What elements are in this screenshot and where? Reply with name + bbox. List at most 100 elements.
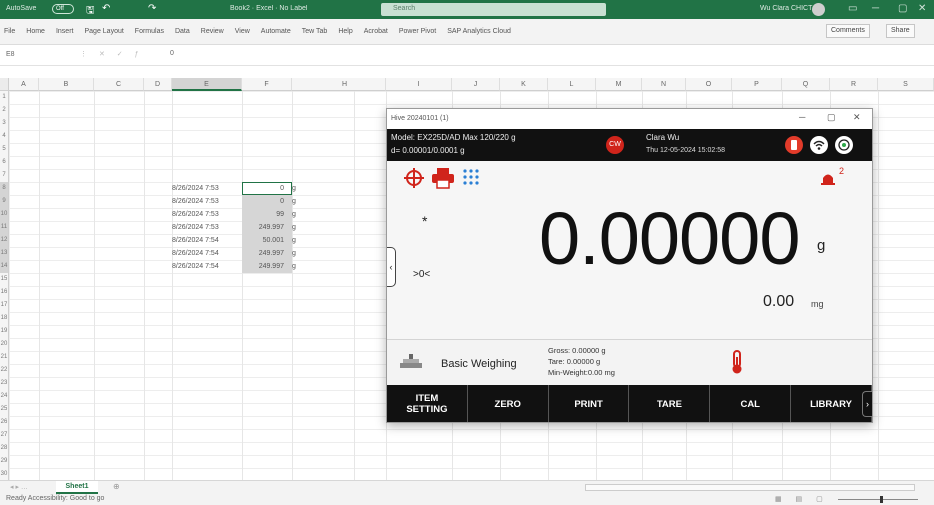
weight-cell[interactable]: 0 bbox=[242, 195, 292, 208]
softkey-library[interactable]: LIBRARY bbox=[791, 385, 872, 422]
avatar[interactable] bbox=[812, 3, 825, 16]
unit-cell[interactable]: g bbox=[292, 260, 304, 273]
column-header-p[interactable]: P bbox=[732, 78, 782, 91]
row-header[interactable]: 29 bbox=[0, 455, 9, 468]
tab-help[interactable]: Help bbox=[338, 28, 352, 35]
comments-button[interactable]: Comments bbox=[826, 24, 870, 38]
date-cell[interactable]: 8/26/2024 7:54 bbox=[172, 234, 242, 247]
column-header-r[interactable]: R bbox=[830, 78, 878, 91]
date-cell[interactable]: 8/26/2024 7:54 bbox=[172, 247, 242, 260]
row-header[interactable]: 19 bbox=[0, 325, 9, 338]
maximize-icon[interactable]: ▢ bbox=[898, 3, 907, 14]
row-header[interactable]: 23 bbox=[0, 377, 9, 390]
share-button[interactable]: Share bbox=[886, 24, 915, 38]
tab-data[interactable]: Data bbox=[175, 28, 190, 35]
horizontal-scrollbar[interactable] bbox=[585, 484, 915, 491]
row-header[interactable]: 15 bbox=[0, 273, 9, 286]
level-icon[interactable] bbox=[835, 136, 853, 154]
weight-cell[interactable]: 50.001 bbox=[242, 234, 292, 247]
thermometer-icon[interactable] bbox=[729, 349, 745, 375]
grid-dots-icon[interactable] bbox=[461, 167, 481, 191]
row-header[interactable]: 25 bbox=[0, 403, 9, 416]
unit-cell[interactable]: g bbox=[292, 195, 304, 208]
wifi-icon[interactable] bbox=[810, 136, 828, 154]
row-header[interactable]: 13 bbox=[0, 247, 9, 260]
row-header[interactable]: 28 bbox=[0, 442, 9, 455]
date-cell[interactable]: 8/26/2024 7:53 bbox=[172, 195, 242, 208]
tab-file[interactable]: File bbox=[4, 28, 15, 35]
formula-input[interactable]: 0 bbox=[170, 50, 174, 57]
column-header-q[interactable]: Q bbox=[782, 78, 830, 91]
row-header[interactable]: 6 bbox=[0, 156, 9, 169]
minimize-icon[interactable]: ─ bbox=[872, 3, 879, 14]
date-cell[interactable]: 8/26/2024 7:53 bbox=[172, 221, 242, 234]
unit-cell[interactable]: g bbox=[292, 221, 304, 234]
undo-icon[interactable]: ↶ bbox=[102, 3, 110, 14]
zoom-thumb[interactable] bbox=[880, 496, 883, 503]
row-header[interactable]: 27 bbox=[0, 429, 9, 442]
unit-cell[interactable]: g bbox=[292, 208, 304, 221]
ribbon-display-icon[interactable]: ▭ bbox=[848, 3, 857, 14]
tab-view[interactable]: View bbox=[235, 28, 250, 35]
search-input[interactable]: Search bbox=[381, 3, 606, 16]
view-buttons[interactable]: ▦ ▤ ▢ bbox=[775, 495, 829, 503]
row-header[interactable]: 22 bbox=[0, 364, 9, 377]
column-header-e[interactable]: E bbox=[172, 78, 242, 91]
add-sheet-icon[interactable]: ⊕ bbox=[113, 482, 120, 491]
row-header[interactable]: 21 bbox=[0, 351, 9, 364]
weight-cell[interactable]: 249.997 bbox=[242, 221, 292, 234]
row-header[interactable]: 30 bbox=[0, 468, 9, 480]
user-avatar[interactable]: CW bbox=[606, 136, 624, 154]
unit-cell[interactable]: g bbox=[292, 182, 304, 195]
softkey-print[interactable]: PRINT bbox=[549, 385, 630, 422]
weight-unit[interactable]: g bbox=[817, 237, 825, 254]
row-header[interactable]: 12 bbox=[0, 234, 9, 247]
tab-home[interactable]: Home bbox=[26, 28, 45, 35]
redo-icon[interactable]: ↷ bbox=[148, 3, 156, 14]
row-header[interactable]: 24 bbox=[0, 390, 9, 403]
column-header-a[interactable]: A bbox=[9, 78, 39, 91]
sheet-nav-icons[interactable]: ◂ ▸ … bbox=[10, 483, 28, 491]
tab-insert[interactable]: Insert bbox=[56, 28, 74, 35]
softkey-tare[interactable]: TARE bbox=[629, 385, 711, 422]
row-header[interactable]: 2 bbox=[0, 104, 9, 117]
row-header[interactable]: 18 bbox=[0, 312, 9, 325]
row-header[interactable]: 20 bbox=[0, 338, 9, 351]
tab-page-layout[interactable]: Page Layout bbox=[84, 28, 123, 35]
column-header-d[interactable]: D bbox=[144, 78, 172, 91]
tab-sheet1[interactable]: Sheet1 bbox=[56, 481, 98, 494]
application-mode[interactable]: Basic Weighing bbox=[441, 358, 517, 370]
tab-power-pivot[interactable]: Power Pivot bbox=[399, 28, 436, 35]
zoom-slider[interactable] bbox=[838, 499, 918, 500]
minimize-icon[interactable]: ─ bbox=[799, 112, 805, 122]
row-header[interactable]: 16 bbox=[0, 286, 9, 299]
row-header[interactable]: 4 bbox=[0, 130, 9, 143]
unit-cell[interactable]: g bbox=[292, 234, 304, 247]
softkey-zero[interactable]: ZERO bbox=[468, 385, 549, 422]
date-cell[interactable]: 8/26/2024 7:54 bbox=[172, 260, 242, 273]
softkey-cal[interactable]: CAL bbox=[710, 385, 792, 422]
column-header-f[interactable]: F bbox=[242, 78, 292, 91]
name-box[interactable]: E8 bbox=[4, 49, 62, 62]
alarm-light-icon[interactable] bbox=[820, 170, 836, 186]
column-header-b[interactable]: B bbox=[39, 78, 94, 91]
row-header[interactable]: 26 bbox=[0, 416, 9, 429]
weight-cell[interactable]: 0 bbox=[242, 182, 292, 195]
column-header-l[interactable]: L bbox=[548, 78, 596, 91]
column-header-h[interactable]: H bbox=[304, 78, 386, 91]
column-header-j[interactable]: J bbox=[452, 78, 500, 91]
row-header[interactable]: 14 bbox=[0, 260, 9, 273]
row-header[interactable]: 5 bbox=[0, 143, 9, 156]
row-header[interactable]: 8 bbox=[0, 182, 9, 195]
column-header-c[interactable]: C bbox=[94, 78, 144, 91]
tab-automate[interactable]: Automate bbox=[261, 28, 291, 35]
weight-cell[interactable]: 249.997 bbox=[242, 260, 292, 273]
side-panel-tab[interactable]: ‹ bbox=[387, 247, 396, 287]
column-header-o[interactable]: O bbox=[686, 78, 732, 91]
tab-review[interactable]: Review bbox=[201, 28, 224, 35]
tab-acrobat[interactable]: Acrobat bbox=[364, 28, 388, 35]
column-header-m[interactable]: M bbox=[596, 78, 642, 91]
autosave-toggle[interactable]: Off bbox=[52, 4, 74, 14]
weight-cell[interactable]: 99 bbox=[242, 208, 292, 221]
bluetooth-icon[interactable] bbox=[785, 136, 803, 154]
